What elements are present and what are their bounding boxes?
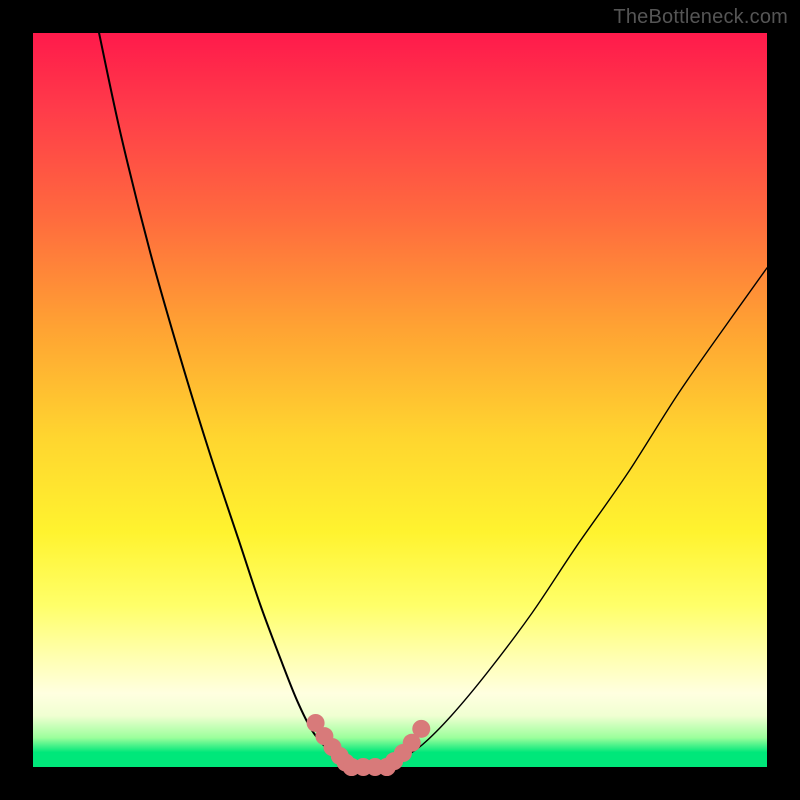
chart-frame: TheBottleneck.com xyxy=(0,0,800,800)
series-right-curve xyxy=(385,268,767,767)
chart-markers xyxy=(307,714,431,776)
series-left-curve xyxy=(99,33,349,767)
plot-area xyxy=(33,33,767,767)
watermark-text: TheBottleneck.com xyxy=(613,6,788,29)
chart-lines xyxy=(99,33,767,767)
marker-right-dots xyxy=(412,720,430,738)
chart-svg xyxy=(33,33,767,767)
